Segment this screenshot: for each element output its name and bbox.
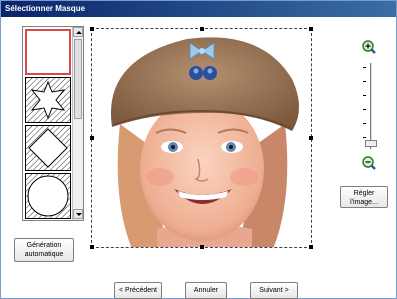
zoom-tick — [363, 137, 366, 138]
select-mask-window: Sélectionner Masque Régler l'image... Gé… — [0, 0, 397, 299]
zoom-tick — [363, 123, 366, 124]
auto-generate-label-1: Génération — [26, 242, 62, 249]
next-button[interactable]: Suivant > — [250, 282, 298, 299]
adjust-image-label-2: l'image... — [350, 199, 378, 206]
arrow-down-icon — [76, 213, 82, 216]
arrow-up-icon — [76, 31, 82, 34]
adjust-image-label-1: Régler — [353, 190, 375, 197]
handle-top-left[interactable] — [90, 27, 94, 31]
scroll-down-button[interactable] — [73, 209, 83, 219]
zoom-out-icon[interactable] — [361, 155, 377, 171]
handle-top-right[interactable] — [309, 27, 313, 31]
zoom-in-icon[interactable] — [361, 39, 377, 55]
adjust-image-button[interactable]: Régler l'image... — [340, 186, 388, 208]
scroll-thumb[interactable] — [74, 39, 82, 119]
scroll-up-button[interactable] — [73, 27, 83, 37]
mask-item-rectangle[interactable] — [25, 29, 71, 75]
auto-generate-button[interactable]: Génération automatique — [14, 238, 74, 262]
mask-item-diamond[interactable] — [25, 125, 71, 171]
zoom-slider-track[interactable] — [370, 63, 373, 149]
mask-list[interactable] — [22, 26, 84, 221]
handle-bottom[interactable] — [200, 245, 204, 249]
handle-right[interactable] — [309, 136, 313, 140]
previous-button[interactable]: < Précédent — [114, 282, 162, 299]
handle-bottom-left[interactable] — [90, 245, 94, 249]
handle-left[interactable] — [90, 136, 94, 140]
mask-list-scrollbar[interactable] — [72, 27, 83, 220]
mask-item-circle[interactable] — [25, 173, 71, 219]
zoom-tick — [363, 67, 366, 68]
image-preview[interactable] — [91, 28, 312, 248]
zoom-slider-thumb[interactable] — [365, 140, 377, 147]
cancel-button[interactable]: Annuler — [185, 282, 227, 299]
mask-item-star[interactable] — [25, 77, 71, 123]
auto-generate-label-2: automatique — [24, 251, 64, 258]
zoom-tick — [363, 95, 366, 96]
window-title: Sélectionner Masque — [1, 1, 396, 17]
zoom-tick — [363, 109, 366, 110]
zoom-tick — [363, 81, 366, 82]
handle-top[interactable] — [200, 27, 204, 31]
handle-bottom-right[interactable] — [309, 245, 313, 249]
preview-photo — [92, 29, 311, 247]
diamond-mask-icon — [26, 126, 70, 170]
circle-mask-icon — [26, 174, 70, 218]
star-mask-icon — [26, 78, 70, 122]
